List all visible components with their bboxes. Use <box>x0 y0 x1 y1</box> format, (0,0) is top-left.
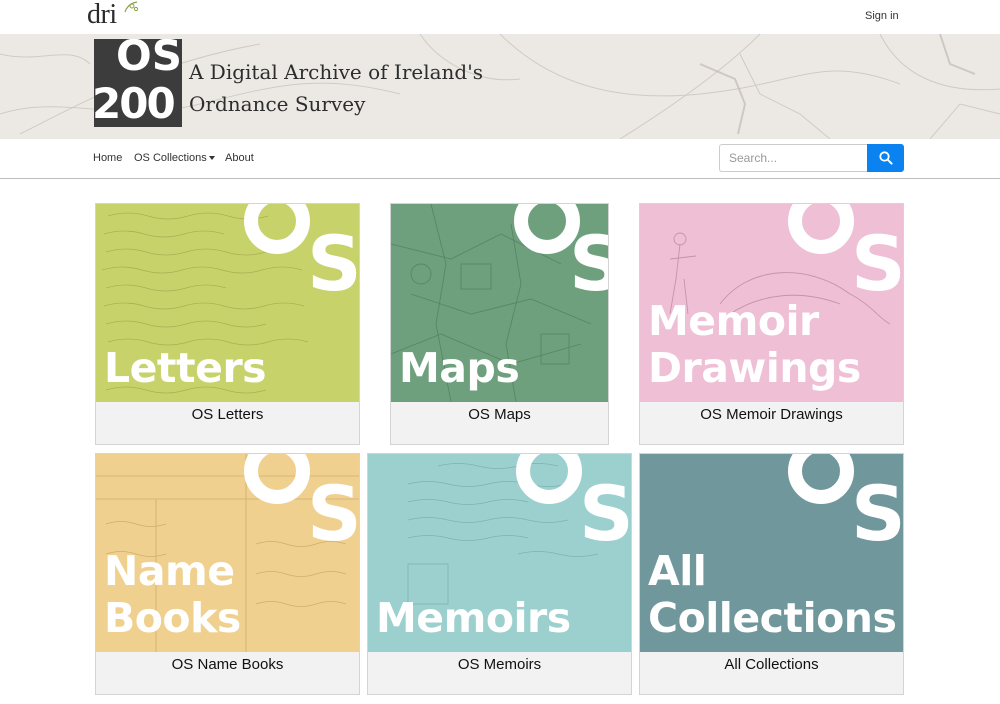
card-os-maps[interactable]: S Maps OS Maps <box>390 203 609 445</box>
card-os-memoirs[interactable]: S Memoirs OS Memoirs <box>367 453 632 695</box>
os200-logo-200: 200 <box>94 79 176 127</box>
dri-logo[interactable]: dri <box>87 1 117 29</box>
card-big-label-1: Name <box>104 547 235 595</box>
card-caption[interactable]: OS Memoirs <box>368 650 631 694</box>
os-s-shape: S <box>569 226 608 302</box>
os-o-shape <box>788 454 854 504</box>
search-icon <box>879 151 893 165</box>
card-big-label-2: Books <box>104 594 241 642</box>
site-banner: OS 200 A Digital Archive of Ireland's Or… <box>0 34 1000 139</box>
os200-logo-os: OS <box>116 39 182 80</box>
nav-os-collections[interactable]: OS Collections <box>134 152 215 164</box>
card-big-label: Letters <box>104 344 267 392</box>
card-caption[interactable]: OS Name Books <box>96 650 359 694</box>
card-big-label: Memoirs <box>376 594 571 642</box>
card-image: S Memoirs <box>368 454 631 652</box>
card-caption[interactable]: All Collections <box>640 650 903 694</box>
card-image: S Maps <box>391 204 608 402</box>
card-image: S Letters <box>96 204 359 402</box>
os-s-shape: S <box>851 469 903 558</box>
os200-logo: OS 200 <box>94 39 182 127</box>
nav-home[interactable]: Home <box>93 152 122 164</box>
site-title-line1: A Digital Archive of Ireland's <box>189 60 483 84</box>
site-title-line2: Ordnance Survey <box>189 92 366 116</box>
os-s-shape: S <box>579 469 631 558</box>
os-s-shape: S <box>851 219 903 308</box>
top-bar: dri Sign in <box>0 0 1000 34</box>
search-input[interactable] <box>719 144 867 172</box>
card-big-label-1: Memoir <box>648 297 819 345</box>
card-big-label: Maps <box>399 344 520 392</box>
card-caption[interactable]: OS Letters <box>96 400 359 444</box>
os-s-shape: S <box>307 469 359 558</box>
sign-in-link[interactable]: Sign in <box>865 10 899 22</box>
card-all-collections[interactable]: S All Collections All Collections <box>639 453 904 695</box>
main-nav: Home OS Collections About <box>0 139 1000 179</box>
card-image: S Memoir Drawings <box>640 204 903 402</box>
card-image: S All Collections <box>640 454 903 652</box>
os-s-shape: S <box>307 219 359 308</box>
card-caption[interactable]: OS Memoir Drawings <box>640 400 903 444</box>
site-title: A Digital Archive of Ireland's Ordnance … <box>189 56 483 120</box>
card-caption[interactable]: OS Maps <box>391 400 608 444</box>
leaf-icon <box>124 1 139 13</box>
search-button[interactable] <box>867 144 904 172</box>
nav-about[interactable]: About <box>225 152 254 164</box>
card-os-letters[interactable]: S Letters OS Letters <box>95 203 360 445</box>
card-image: S Name Books <box>96 454 359 652</box>
caret-down-icon <box>208 156 215 161</box>
nav-os-collections-label: OS Collections <box>134 152 207 164</box>
card-big-label-2: Collections <box>648 594 897 642</box>
card-os-name-books[interactable]: S Name Books OS Name Books <box>95 453 360 695</box>
card-big-label-2: Drawings <box>648 344 861 392</box>
card-big-label-1: All <box>648 547 707 595</box>
card-os-memoir-drawings[interactable]: S Memoir Drawings OS Memoir Drawings <box>639 203 904 445</box>
